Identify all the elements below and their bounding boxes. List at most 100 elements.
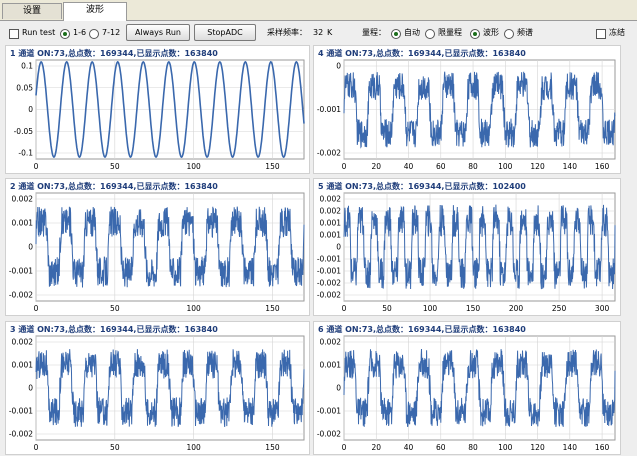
x-tick-label: 80 xyxy=(468,443,478,452)
chart-panel-ch4: 4 通道 ON:73,总点数：169344,已显示点数：163840 0 -0.0… xyxy=(313,45,621,174)
x-tick-label: 0 xyxy=(34,304,39,313)
view-wave-label: 波形 xyxy=(483,28,499,37)
x-tick-label: 120 xyxy=(530,443,545,452)
x-tick-label: 0 xyxy=(342,443,347,452)
tab-waveform[interactable]: 波形 xyxy=(63,2,127,21)
y-tick-label: 0.002 xyxy=(12,195,34,204)
freeze-checkbox[interactable] xyxy=(596,29,606,39)
x-tick-label: 100 xyxy=(498,162,513,171)
chart-panel-ch6: 6 通道 ON:73,总点数：169344,已显示点数：163840 0.002… xyxy=(313,321,621,455)
x-tick-label: 0 xyxy=(342,162,347,171)
chart-panel-ch1: 1 通道 ON:73,总点数：169344,已显示点数：163840 0.1 0.… xyxy=(5,45,310,174)
y-tick-label: 0.001 xyxy=(12,361,34,370)
y-tick-label: -0.002 xyxy=(317,279,341,288)
x-tick-label: 100 xyxy=(186,304,201,313)
y-tick-label: -0.001 xyxy=(9,407,33,416)
y-tick-label: 0 xyxy=(28,243,33,252)
y-tick-label: -0.001 xyxy=(317,105,341,114)
y-tick-label: -0.002 xyxy=(9,430,33,439)
x-tick-label: 100 xyxy=(498,443,513,452)
freeze-label: 冻结 xyxy=(609,28,625,37)
range-limit-radio[interactable] xyxy=(425,29,435,39)
y-tick-label: 0.001 xyxy=(320,231,342,240)
y-tick-label: -0.002 xyxy=(317,149,341,158)
chart-ch5: 0.002 0.002 0.001 0.001 0 -0.001 -0.001 -0.002 -… xyxy=(317,192,616,313)
range-label: 量程： xyxy=(362,28,386,37)
chart-panel-ch5: 5 通道 ON:73,总点数：169344,已显示点数：102400 0.002… xyxy=(313,178,621,316)
x-tick-label: 150 xyxy=(466,304,481,313)
chart-ch1: 0.10.050-0.05-0.10 50 100 150 xyxy=(14,59,305,171)
chart-ch6: 0.0020.0010-0.001-0.0020 20 40 60 80 100 120 14… xyxy=(317,335,616,452)
y-tick-label: 0.001 xyxy=(320,361,342,370)
y-tick-label: -0.001 xyxy=(317,407,341,416)
channels-1-6-label: 1-6 xyxy=(73,28,87,37)
x-tick-label: 40 xyxy=(404,162,414,171)
channels-7-12-label: 7-12 xyxy=(102,28,121,37)
x-tick-label: 100 xyxy=(423,304,438,313)
y-tick-label: 0 xyxy=(336,62,341,71)
y-tick-label: 0.05 xyxy=(16,83,33,92)
sample-rate-label: 采样频率： xyxy=(267,28,307,37)
x-tick-label: 120 xyxy=(530,162,545,171)
view-spectrum-radio[interactable] xyxy=(504,29,514,39)
x-tick-label: 50 xyxy=(110,162,120,171)
y-tick-label: 0 xyxy=(336,384,341,393)
run-test-label: Run test xyxy=(22,28,56,37)
view-spectrum-label: 频谱 xyxy=(517,28,533,37)
x-tick-label: 0 xyxy=(34,443,39,452)
tab-waveform-label: 波形 xyxy=(85,5,104,15)
x-tick-label: 100 xyxy=(186,162,201,171)
x-tick-label: 60 xyxy=(436,443,446,452)
y-tick-label: 0 xyxy=(28,384,33,393)
x-tick-label: 100 xyxy=(186,443,201,452)
y-tick-label: -0.001 xyxy=(317,255,341,264)
y-tick-label: -0.001 xyxy=(317,267,341,276)
range-auto-radio[interactable] xyxy=(391,29,401,39)
y-tick-label: -0.002 xyxy=(9,291,33,300)
always-run-button[interactable]: Always Run xyxy=(126,24,190,41)
y-tick-label: 0 xyxy=(28,105,33,114)
channels-1-6-radio[interactable] xyxy=(60,29,70,39)
x-tick-label: 50 xyxy=(110,443,120,452)
x-tick-label: 80 xyxy=(468,162,478,171)
channels-7-12-radio[interactable] xyxy=(89,29,99,39)
chart-panel-ch3: 3 通道 ON:73,总点数：169344,已显示点数：163840 0.002… xyxy=(5,321,310,455)
y-tick-label: 0.001 xyxy=(12,219,34,228)
x-tick-label: 150 xyxy=(265,304,280,313)
tab-settings-label: 设置 xyxy=(22,6,41,16)
view-wave-radio[interactable] xyxy=(470,29,480,39)
y-tick-label: 0.002 xyxy=(12,338,34,347)
x-tick-label: 160 xyxy=(595,443,610,452)
x-tick-label: 250 xyxy=(552,304,567,313)
x-tick-label: 50 xyxy=(110,304,120,313)
tab-bar: 设置 波形 xyxy=(0,0,637,21)
stop-adc-button[interactable]: StopADC xyxy=(194,24,256,41)
sample-rate-unit: K xyxy=(327,28,333,37)
chart-ch2: 0.0020.0010-0.001-0.0020 50 100 150 xyxy=(9,192,305,313)
x-tick-label: 140 xyxy=(563,162,578,171)
x-tick-label: 300 xyxy=(595,304,610,313)
y-tick-label: -0.05 xyxy=(14,127,34,136)
y-tick-label: 0.002 xyxy=(320,207,342,216)
x-tick-label: 50 xyxy=(382,304,392,313)
y-tick-label: 0.001 xyxy=(320,219,342,228)
x-tick-label: 0 xyxy=(342,304,347,313)
range-auto-label: 自动 xyxy=(404,28,420,37)
toolbar: Run test 1-6 7-12 Always Run StopADC 采样频… xyxy=(0,21,637,43)
y-tick-label: 0 xyxy=(336,243,341,252)
x-tick-label: 200 xyxy=(509,304,524,313)
x-tick-label: 60 xyxy=(436,162,446,171)
y-tick-label: -0.002 xyxy=(317,430,341,439)
y-tick-label: -0.001 xyxy=(9,267,33,276)
run-test-checkbox[interactable] xyxy=(9,29,19,39)
x-tick-label: 0 xyxy=(34,162,39,171)
range-limit-label: 限量程 xyxy=(438,28,462,37)
y-tick-label: -0.002 xyxy=(317,291,341,300)
chart-ch4: 0-0.001-0.0020 20 40 60 80 100 120 140 160 xyxy=(317,59,616,171)
y-tick-label: 0.002 xyxy=(320,195,342,204)
x-tick-label: 150 xyxy=(265,162,280,171)
sample-rate-value: 32 xyxy=(313,28,324,37)
tab-settings[interactable]: 设置 xyxy=(2,3,62,19)
x-tick-label: 140 xyxy=(563,443,578,452)
y-tick-label: -0.1 xyxy=(18,149,33,158)
